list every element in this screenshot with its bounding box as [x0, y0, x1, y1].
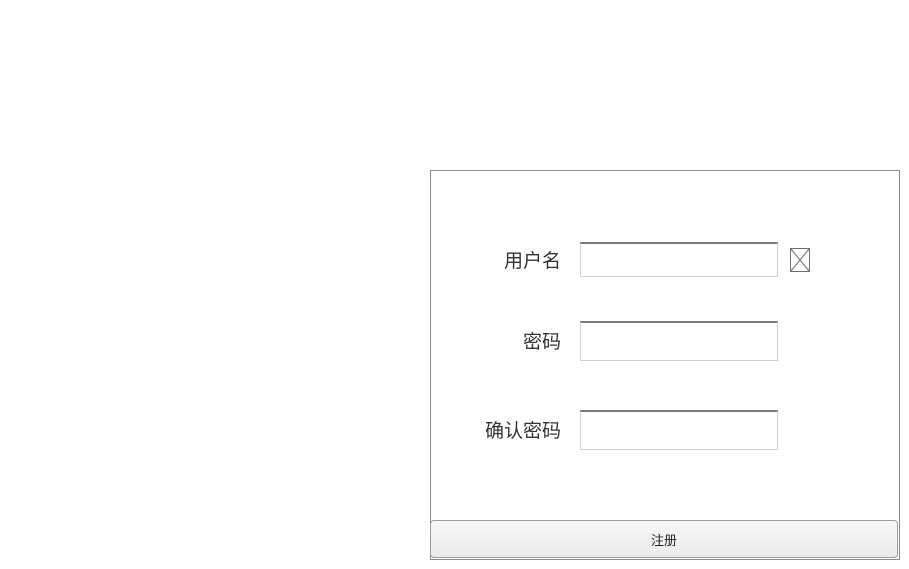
register-panel: 用户名 密码 确认密码 注册 — [430, 170, 900, 560]
register-button[interactable]: 注册 — [430, 520, 898, 558]
confirm-password-label: 确认密码 — [484, 420, 561, 442]
username-label: 用户名 — [503, 250, 561, 272]
confirm-password-input[interactable] — [580, 410, 778, 450]
password-input[interactable] — [580, 321, 778, 361]
username-input[interactable] — [580, 242, 778, 277]
broken-image-icon[interactable] — [790, 248, 810, 272]
password-label: 密码 — [522, 331, 561, 353]
